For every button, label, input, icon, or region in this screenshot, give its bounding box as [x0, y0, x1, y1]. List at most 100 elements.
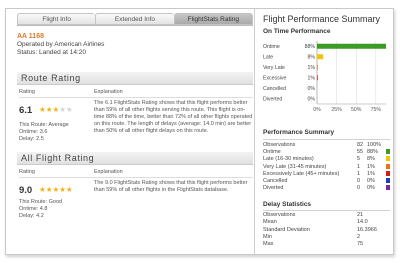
performance-percent: 8%: [367, 156, 375, 163]
performance-label: Diverted: [263, 185, 284, 192]
operator-text: Operated by American Airlines: [17, 41, 105, 48]
star-icon: ★: [52, 185, 60, 194]
performance-label: Very Late (31-45 minutes): [263, 163, 327, 170]
chart-x-tick-label: 50%: [351, 107, 362, 113]
chart-bar: [317, 75, 318, 81]
star-icon: ★: [45, 105, 53, 114]
chart-x-tick-label: 25%: [331, 107, 342, 113]
performance-summary-title: Flight Performance Summary: [263, 14, 381, 24]
performance-row: Late (16-30 minutes) 5 8%: [263, 156, 390, 163]
star-icon: ★: [59, 185, 66, 194]
chart-data-label: 8%: [308, 55, 316, 61]
performance-label: Observations: [263, 142, 296, 148]
chart-data-label: 0%: [308, 86, 316, 92]
chart-data-label: 1%: [308, 65, 316, 71]
chart-data-label: 88%: [305, 44, 316, 50]
performance-row: Cancelled 0 0%: [263, 178, 390, 185]
delay-statistic-row: Standard Deviation 16.3966: [263, 227, 390, 234]
performance-count: 5: [357, 156, 361, 163]
chart-category-label: Excessive: [263, 76, 286, 82]
delay-statistic-row: Observations 21: [263, 212, 390, 219]
star-icon: ★: [45, 185, 53, 194]
chart-x-tick-label: 0%: [313, 107, 321, 113]
all-rating-explanation: The 9.0 FlightStats Rating shows that th…: [94, 180, 248, 194]
flight-detail-card: Flight Info Extended Info FlightStats Ra…: [5, 8, 394, 255]
performance-count: 0: [357, 185, 361, 192]
performance-row: Diverted 0 0%: [263, 185, 390, 192]
chart-category-label: Cancelled: [263, 86, 286, 92]
performance-label: Late (16-30 minutes): [263, 156, 314, 163]
chart-data-label: 1%: [308, 76, 316, 82]
delay-statistic-row: Min 2: [263, 234, 390, 241]
chart-bar: [317, 43, 386, 49]
delay-statistic-value: 16.3966: [357, 226, 377, 233]
performance-count: 0: [357, 178, 361, 184]
performance-row: Excessively Late (45+ minutes) 1 1%: [263, 170, 390, 178]
chart-category-label: Late: [263, 55, 273, 61]
star-icon: ★: [65, 105, 73, 114]
flight-number: AA 1168: [17, 33, 44, 40]
flight-status: Status: Landed at 14:20: [17, 49, 87, 56]
performance-count: 1: [357, 163, 361, 170]
star-icon: ★: [52, 105, 60, 114]
performance-percent: 0%: [367, 185, 375, 192]
all-rating-meta-line: Ontime: 4.8: [19, 206, 48, 213]
all-rating-stars: ★ ★ ★ ★ ★: [39, 185, 73, 194]
all-rating-col-divider: [19, 177, 253, 178]
chart-data-label: 0%: [308, 97, 316, 103]
performance-label: Excessively Late (45+ minutes): [263, 170, 340, 177]
performance-summary-divider: [263, 139, 390, 140]
delay-statistic-value: 2: [357, 233, 361, 240]
legend-swatch: [386, 149, 390, 155]
performance-row: Very Late (31-45 minutes) 1 1%: [263, 163, 390, 171]
performance-percent: 1%: [367, 170, 375, 177]
chart-x-tick-label: 75%: [371, 107, 382, 113]
delay-statistic-label: Mean: [263, 219, 277, 226]
performance-row: Ontime 55 88%: [263, 149, 390, 156]
tab-flight-info[interactable]: Flight Info: [17, 13, 96, 25]
performance-count: 55: [357, 149, 364, 156]
delay-statistic-label: Observations: [263, 212, 296, 218]
chart-category-label: Very Late: [263, 65, 285, 71]
route-rating-col-explanation: Explanation: [94, 89, 123, 95]
delay-statistic-value: 21: [357, 212, 364, 218]
all-rating-meta-line: Delay: 4.2: [19, 213, 44, 220]
on-time-chart-title: On Time Performance: [263, 28, 331, 35]
route-rating-meta: This Route: Average Ontime: 3.6 Delay: 2…: [19, 122, 69, 143]
flight-rating-panel: Flight Info Extended Info FlightStats Ra…: [6, 9, 255, 254]
performance-count: 1: [357, 170, 361, 177]
tab-bar: Flight Info Extended Info FlightStats Ra…: [17, 13, 253, 25]
tab-flightstats-rating[interactable]: FlightStats Rating: [173, 13, 253, 25]
all-rating-heading: All Flight Rating: [17, 152, 253, 165]
route-rating-heading: Route Rating: [17, 72, 253, 85]
all-rating-meta-line: This Route: Good: [19, 199, 63, 205]
delay-statistics-divider: [263, 210, 390, 211]
tab-extended-info[interactable]: Extended Info: [95, 13, 174, 25]
performance-label: Ontime: [263, 149, 281, 156]
route-rating-score: 6.1: [19, 105, 33, 116]
route-rating-meta-line: Delay: 2.5: [19, 136, 44, 143]
delay-statistic-label: Standard Deviation: [263, 226, 310, 233]
delay-statistic-label: Max: [263, 241, 274, 248]
star-icon: ★: [59, 105, 66, 114]
delay-statistics-heading: Delay Statistics: [263, 201, 312, 208]
route-rating-stars: ★ ★ ★ ★ ★: [39, 105, 73, 114]
performance-percent: 0%: [367, 178, 375, 184]
delay-statistic-row: Mean 14.0: [263, 219, 390, 226]
star-icon: ★: [39, 185, 46, 194]
performance-count: 82: [357, 142, 364, 148]
delay-statistic-value: 75: [357, 241, 364, 248]
all-rating-score: 9.0: [19, 185, 33, 196]
delay-statistic-value: 14.0: [357, 219, 368, 226]
legend-swatch: [386, 185, 390, 191]
all-rating-col-explanation: Explanation: [94, 169, 123, 175]
tab-divider: [17, 25, 253, 26]
performance-percent: 88%: [367, 149, 379, 156]
on-time-performance-chart: 0% 25% 50% 75% Ontime 88% Late 8% Very Late 1% Exc…: [263, 41, 386, 113]
all-rating-col-rating: Rating: [19, 169, 35, 175]
legend-swatch: [386, 170, 390, 176]
star-icon: ★: [39, 105, 46, 114]
route-rating-meta-line: Ontime: 3.6: [19, 129, 48, 136]
delay-statistic-label: Min: [263, 233, 272, 240]
performance-label: Cancelled: [263, 178, 288, 184]
